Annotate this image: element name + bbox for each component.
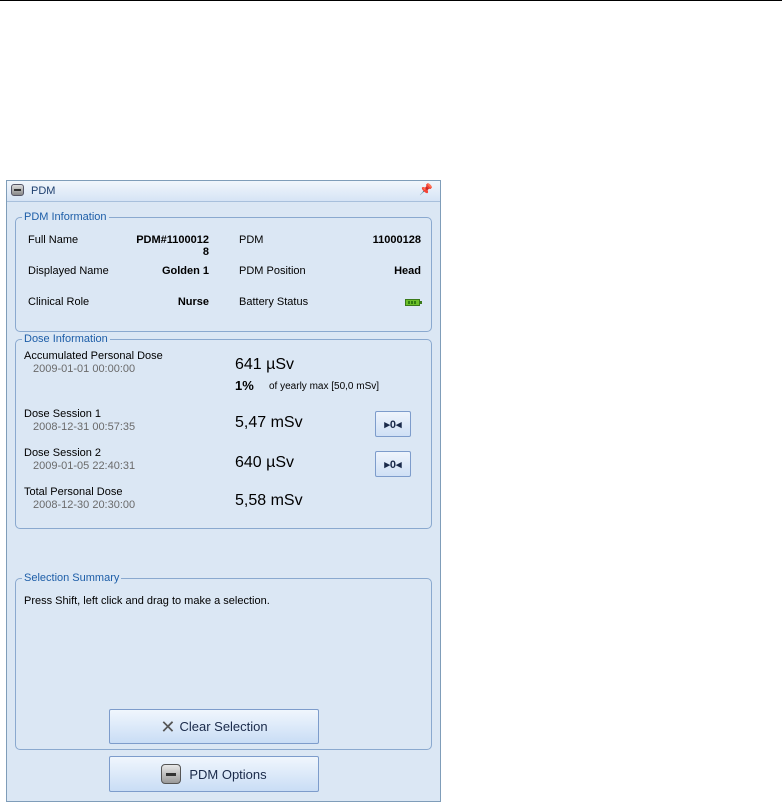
pdm-information-legend: PDM Information [24,211,107,223]
dose-session-2-time: 2009-01-05 22:40:31 [33,460,136,472]
pin-icon[interactable]: 📌 [419,183,433,196]
dose-information-legend: Dose Information [24,333,108,345]
pdm-options-button[interactable]: PDM Options [109,756,319,792]
dose-session-1-label: Dose Session 1 [24,408,102,420]
battery-status-label: Battery Status [239,296,309,308]
total-dose-value: 5,58 mSv [235,492,303,509]
total-dose-time: 2008-12-30 20:30:00 [33,499,136,511]
pdm-position-value: Head [394,265,421,277]
clear-selection-label: Clear Selection [179,719,268,734]
clinical-role-value: Nurse [177,296,209,308]
full-name-value: PDM#1100012 8 [136,234,209,258]
full-name-label: Full Name [28,234,79,246]
pdm-options-label: PDM Options [189,766,267,782]
dose-session-2-label: Dose Session 2 [24,447,102,459]
panel-titlebar: PDM 📌 [7,181,440,202]
panel-title: PDM [31,185,56,197]
battery-full-icon [405,299,422,306]
pdm-label: PDM [239,234,264,246]
pdm-device-icon [161,764,182,784]
clear-selection-button[interactable]: ✕ Clear Selection [109,709,319,744]
reset-session-1-button[interactable]: ▸0◂ [375,411,411,437]
displayed-name-label: Displayed Name [28,265,109,277]
dose-session-2-value: 640 µSv [235,454,295,471]
pdm-position-label: PDM Position [239,265,306,277]
pdm-device-icon [11,184,24,196]
pdm-panel: PDM 📌 PDM Information Full Name PDM#1100… [6,180,441,802]
clinical-role-label: Clinical Role [28,296,90,308]
total-dose-label: Total Personal Dose [24,486,123,498]
accumulated-dose-percent: 1% [235,378,254,393]
selection-summary-legend: Selection Summary [24,572,120,584]
selection-hint: Press Shift, left click and drag to make… [24,595,270,607]
accumulated-dose-time: 2009-01-01 00:00:00 [33,363,136,375]
reset-session-2-button[interactable]: ▸0◂ [375,451,411,477]
top-border-line [0,0,782,1]
displayed-name-value: Golden 1 [161,265,209,277]
pdm-value: 11000128 [372,234,421,246]
reset-dose-icon: ▸0◂ [384,458,402,471]
dose-session-1-value: 5,47 mSv [235,414,303,431]
dose-session-1-time: 2008-12-31 00:57:35 [33,421,136,433]
accumulated-dose-percent-note: of yearly max [50,0 mSv] [269,381,380,392]
reset-dose-icon: ▸0◂ [384,418,402,431]
accumulated-dose-label: Accumulated Personal Dose [24,350,163,362]
accumulated-dose-value: 641 µSv [235,356,295,373]
clear-x-icon: ✕ [160,716,176,737]
